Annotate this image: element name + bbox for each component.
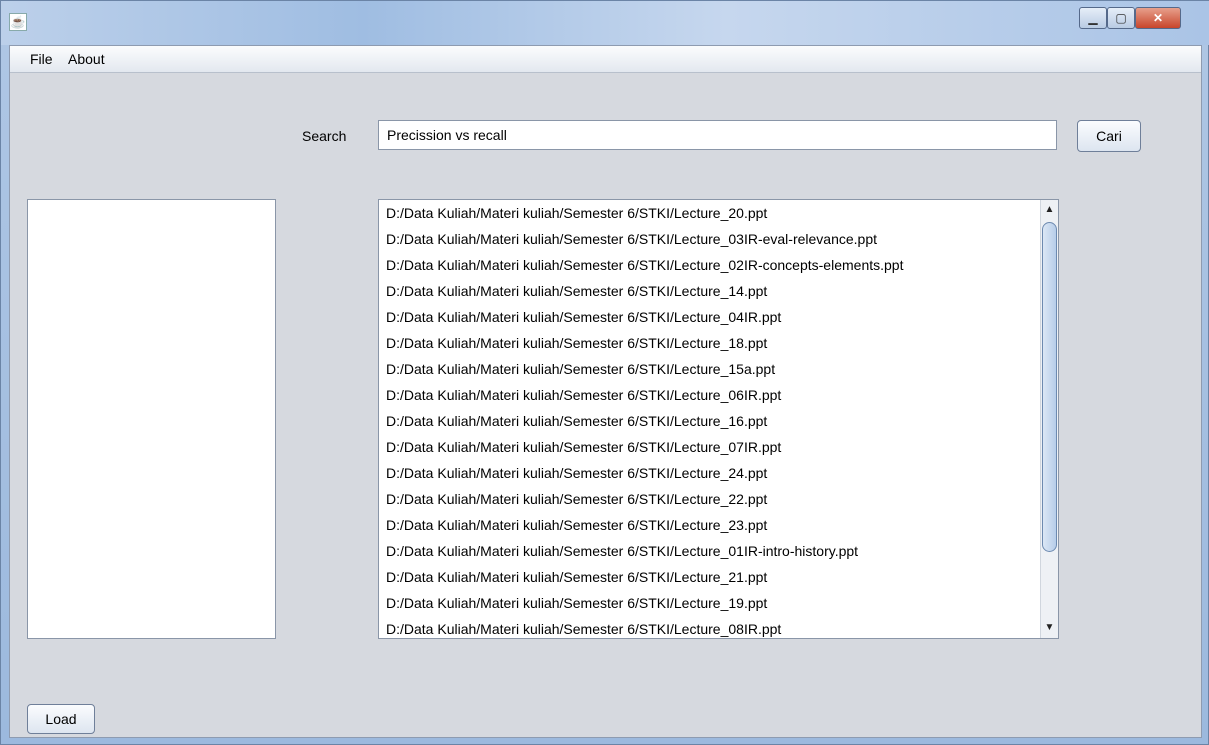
application-window: ☕ ▁ ▢ ✕ File About Search Cari D:/Data K…	[0, 0, 1209, 745]
vertical-scrollbar[interactable]: ▲ ▼	[1040, 200, 1058, 638]
search-label: Search	[302, 128, 347, 144]
title-bar[interactable]: ☕ ▁ ▢ ✕	[1, 1, 1209, 45]
results-list: D:/Data Kuliah/Materi kuliah/Semester 6/…	[379, 200, 1040, 638]
result-item[interactable]: D:/Data Kuliah/Materi kuliah/Semester 6/…	[379, 512, 1040, 538]
scroll-up-arrow-icon[interactable]: ▲	[1041, 202, 1058, 218]
result-item[interactable]: D:/Data Kuliah/Materi kuliah/Semester 6/…	[379, 382, 1040, 408]
result-item[interactable]: D:/Data Kuliah/Materi kuliah/Semester 6/…	[379, 486, 1040, 512]
result-item[interactable]: D:/Data Kuliah/Materi kuliah/Semester 6/…	[379, 434, 1040, 460]
result-item[interactable]: D:/Data Kuliah/Materi kuliah/Semester 6/…	[379, 408, 1040, 434]
result-item[interactable]: D:/Data Kuliah/Materi kuliah/Semester 6/…	[379, 538, 1040, 564]
close-button[interactable]: ✕	[1135, 7, 1181, 29]
results-list-panel[interactable]: D:/Data Kuliah/Materi kuliah/Semester 6/…	[378, 199, 1059, 639]
minimize-icon: ▁	[1088, 11, 1098, 25]
java-icon[interactable]: ☕	[9, 13, 27, 31]
close-icon: ✕	[1152, 11, 1164, 25]
scroll-thumb[interactable]	[1042, 222, 1057, 552]
result-item[interactable]: D:/Data Kuliah/Materi kuliah/Semester 6/…	[379, 590, 1040, 616]
result-item[interactable]: D:/Data Kuliah/Materi kuliah/Semester 6/…	[379, 304, 1040, 330]
cari-button[interactable]: Cari	[1077, 120, 1141, 152]
result-item[interactable]: D:/Data Kuliah/Materi kuliah/Semester 6/…	[379, 252, 1040, 278]
load-button[interactable]: Load	[27, 704, 95, 734]
search-input[interactable]	[378, 120, 1057, 150]
client-area: File About Search Cari D:/Data Kuliah/Ma…	[9, 45, 1202, 738]
result-item[interactable]: D:/Data Kuliah/Materi kuliah/Semester 6/…	[379, 564, 1040, 590]
result-item[interactable]: D:/Data Kuliah/Materi kuliah/Semester 6/…	[379, 200, 1040, 226]
result-item[interactable]: D:/Data Kuliah/Materi kuliah/Semester 6/…	[379, 330, 1040, 356]
result-item[interactable]: D:/Data Kuliah/Materi kuliah/Semester 6/…	[379, 460, 1040, 486]
maximize-button[interactable]: ▢	[1107, 7, 1135, 29]
left-list-panel[interactable]	[27, 199, 276, 639]
menu-bar: File About	[10, 46, 1201, 73]
maximize-icon: ▢	[1115, 11, 1127, 25]
minimize-button[interactable]: ▁	[1079, 7, 1107, 29]
menu-file[interactable]: File	[30, 51, 53, 67]
scroll-down-arrow-icon[interactable]: ▼	[1041, 620, 1058, 636]
result-item[interactable]: D:/Data Kuliah/Materi kuliah/Semester 6/…	[379, 616, 1040, 638]
result-item[interactable]: D:/Data Kuliah/Materi kuliah/Semester 6/…	[379, 226, 1040, 252]
menu-about[interactable]: About	[68, 51, 105, 67]
result-item[interactable]: D:/Data Kuliah/Materi kuliah/Semester 6/…	[379, 278, 1040, 304]
result-item[interactable]: D:/Data Kuliah/Materi kuliah/Semester 6/…	[379, 356, 1040, 382]
